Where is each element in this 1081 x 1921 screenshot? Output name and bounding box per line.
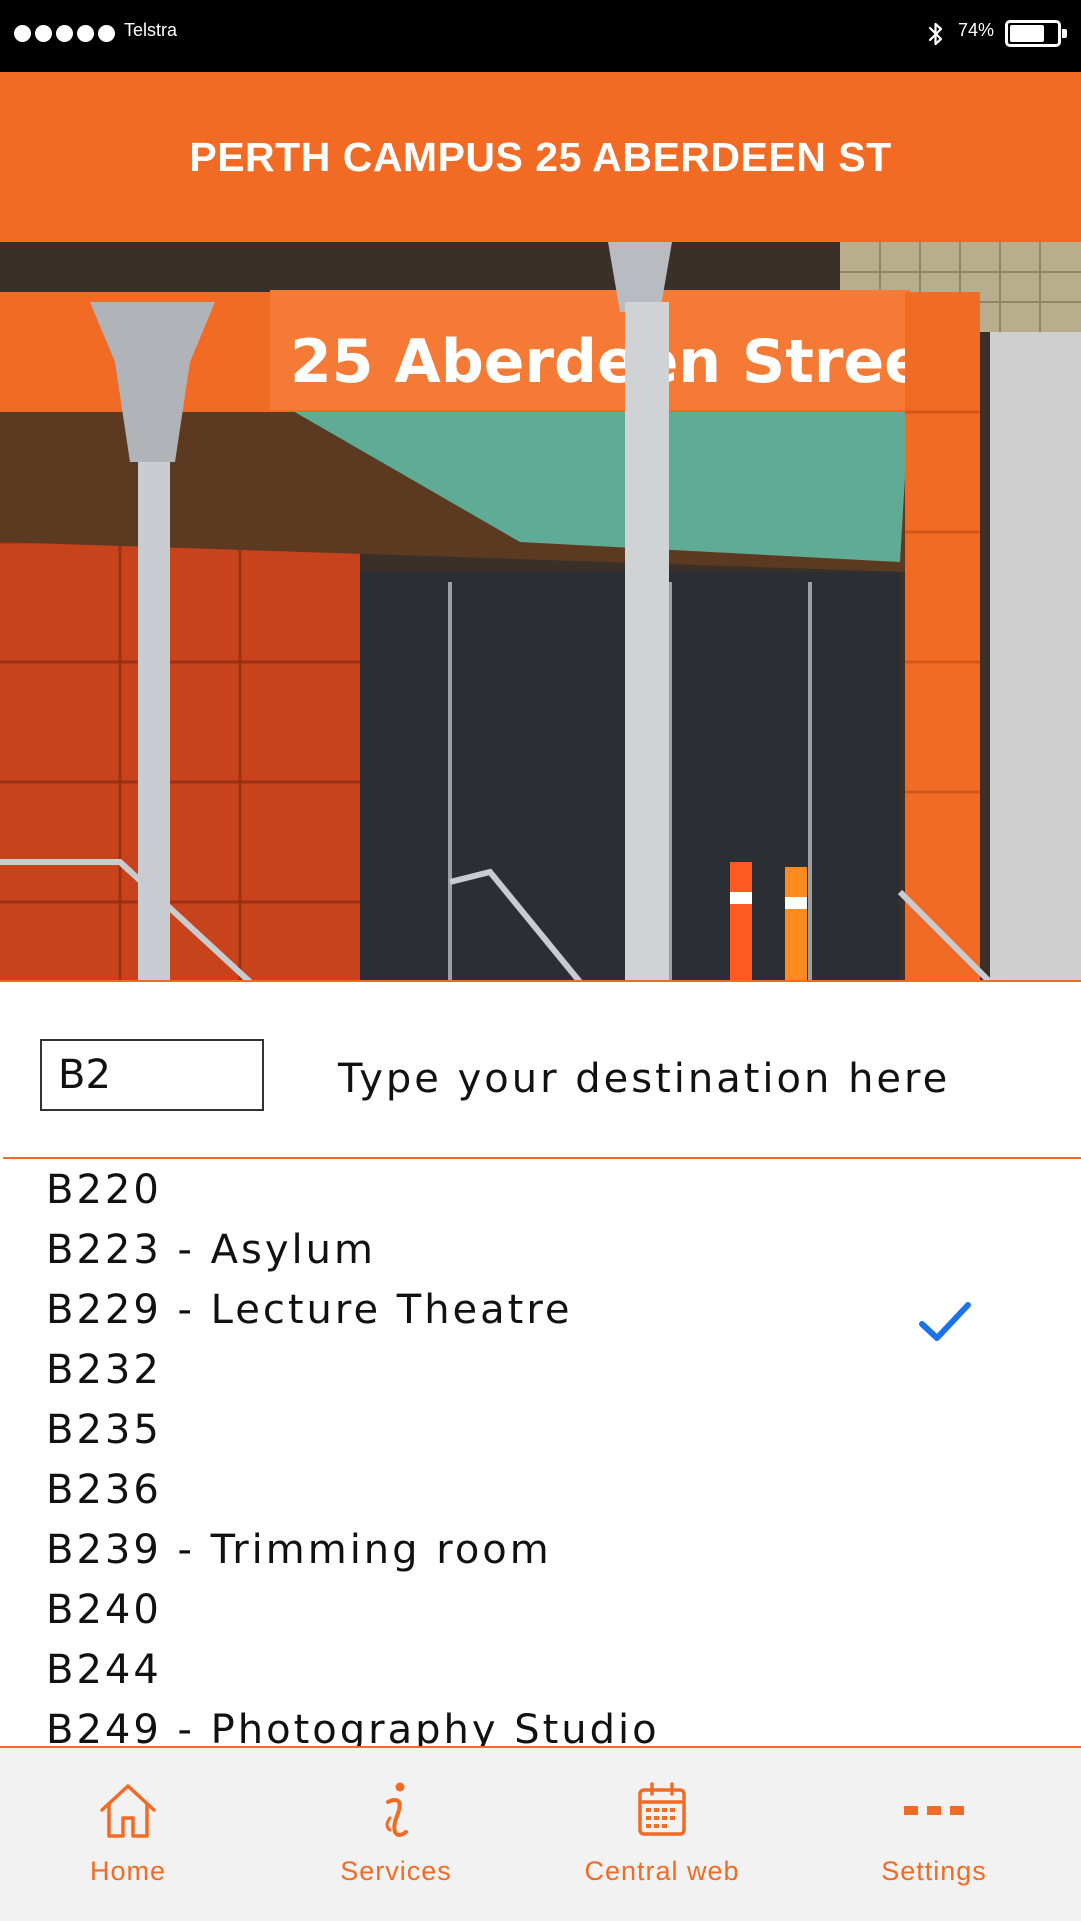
- list-item[interactable]: B240: [46, 1580, 1046, 1640]
- list-item[interactable]: B236: [46, 1460, 1046, 1520]
- home-icon: [100, 1784, 156, 1838]
- battery-icon: [1005, 20, 1067, 47]
- destination-search-row: Type your destination here: [0, 984, 1081, 1159]
- tab-central-web[interactable]: Central web: [537, 1748, 787, 1921]
- destination-list[interactable]: B220 B223 - Asylum B229 - Lecture Theatr…: [0, 1160, 1081, 1746]
- building-sign-text: 25 Aberdeen Street: [290, 327, 954, 397]
- list-item[interactable]: B235: [46, 1400, 1046, 1460]
- more-dots-icon: [904, 1806, 964, 1815]
- list-item[interactable]: B220: [46, 1160, 1046, 1220]
- divider: [3, 1157, 1081, 1159]
- list-item[interactable]: B249 - Photography Studio: [46, 1700, 1046, 1746]
- app-header: PERTH CAMPUS 25 ABERDEEN ST: [0, 72, 1081, 242]
- destination-hint: Type your destination here: [338, 1056, 951, 1102]
- tab-services-label: Services: [340, 1856, 452, 1886]
- status-bar: Telstra 74%: [0, 0, 1081, 72]
- signal-strength-icon: [14, 25, 115, 42]
- page-title: PERTH CAMPUS 25 ABERDEEN ST: [189, 133, 892, 180]
- tab-settings[interactable]: Settings: [809, 1748, 1059, 1921]
- tab-settings-label: Settings: [881, 1856, 987, 1886]
- campus-entrance-photo: 25 Aberdeen Street: [0, 242, 1081, 982]
- destination-input[interactable]: [40, 1039, 264, 1111]
- list-item-selected[interactable]: B229 - Lecture Theatre: [46, 1280, 1046, 1340]
- bluetooth-icon: [928, 22, 943, 46]
- list-item[interactable]: B232: [46, 1340, 1046, 1400]
- checkmark-icon: [919, 1302, 971, 1341]
- tab-central-web-label: Central web: [584, 1856, 740, 1886]
- tab-bar: Home Services Central web Settings: [0, 1746, 1081, 1921]
- list-item[interactable]: B239 - Trimming room: [46, 1520, 1046, 1580]
- calendar-icon: [638, 1782, 686, 1836]
- battery-percent: 74%: [958, 20, 995, 40]
- list-item[interactable]: B223 - Asylum: [46, 1220, 1046, 1280]
- list-item[interactable]: B244: [46, 1640, 1046, 1700]
- carrier-name: Telstra: [124, 20, 178, 40]
- tab-home-label: Home: [89, 1856, 167, 1886]
- info-icon: [385, 1782, 408, 1837]
- tab-home[interactable]: Home: [3, 1748, 253, 1921]
- tab-services[interactable]: Services: [271, 1748, 521, 1921]
